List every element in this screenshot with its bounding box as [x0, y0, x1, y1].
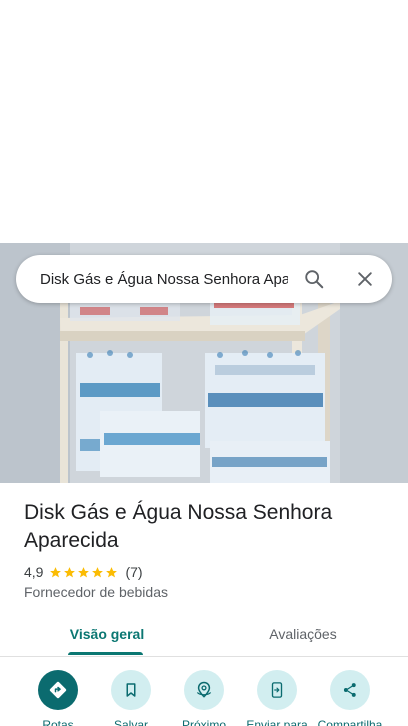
search-icon[interactable]	[302, 267, 326, 291]
directions-button[interactable]: Rotas	[21, 670, 95, 726]
tab-reviews[interactable]: Avaliações	[248, 612, 358, 656]
tab-overview[interactable]: Visão geral	[52, 612, 162, 656]
share-icon	[343, 683, 356, 697]
directions-label: Rotas	[42, 718, 74, 726]
directions-icon	[49, 681, 67, 699]
rating-value: 4,9	[24, 564, 44, 580]
star-icon	[92, 566, 104, 577]
share-button[interactable]: Compartilha	[313, 670, 387, 726]
nearby-label: Próximo	[181, 718, 226, 726]
review-count[interactable]: (7)	[125, 564, 142, 580]
tab-bar: Visão geral Avaliações	[0, 612, 408, 657]
send-to-phone-label: Enviar para	[246, 718, 308, 726]
active-tab-indicator	[68, 652, 143, 655]
bookmark-icon	[126, 683, 136, 697]
save-label: Salvar	[113, 718, 148, 726]
close-icon[interactable]	[353, 267, 377, 291]
map-area[interactable]	[0, 0, 408, 243]
rating-row[interactable]: 4,9 (7)	[24, 563, 143, 581]
star-icon	[106, 566, 118, 577]
nearby-icon	[196, 681, 212, 698]
place-category: Fornecedor de bebidas	[24, 584, 168, 600]
send-to-phone-button[interactable]: Enviar para	[240, 670, 314, 726]
save-button[interactable]: Salvar	[94, 670, 168, 726]
action-buttons: Rotas Salvar Próximo Enviar para Compart…	[0, 670, 408, 726]
nearby-button[interactable]: Próximo	[167, 670, 241, 726]
place-title: Disk Gás e Água Nossa Senhora Aparecida	[24, 501, 333, 552]
share-label: Compartilha	[317, 718, 383, 726]
search-input[interactable]: Disk Gás e Água Nossa Senhora Apa	[40, 271, 288, 288]
send-to-phone-icon	[271, 682, 283, 698]
search-bar[interactable]: Disk Gás e Água Nossa Senhora Apa	[16, 255, 392, 303]
star-icon	[78, 566, 90, 577]
star-rating	[49, 566, 119, 579]
place-details-screen: Disk Gás e Água Nossa Senhora Apa Disk G…	[0, 0, 408, 726]
star-icon	[64, 566, 76, 577]
star-icon	[50, 566, 62, 577]
